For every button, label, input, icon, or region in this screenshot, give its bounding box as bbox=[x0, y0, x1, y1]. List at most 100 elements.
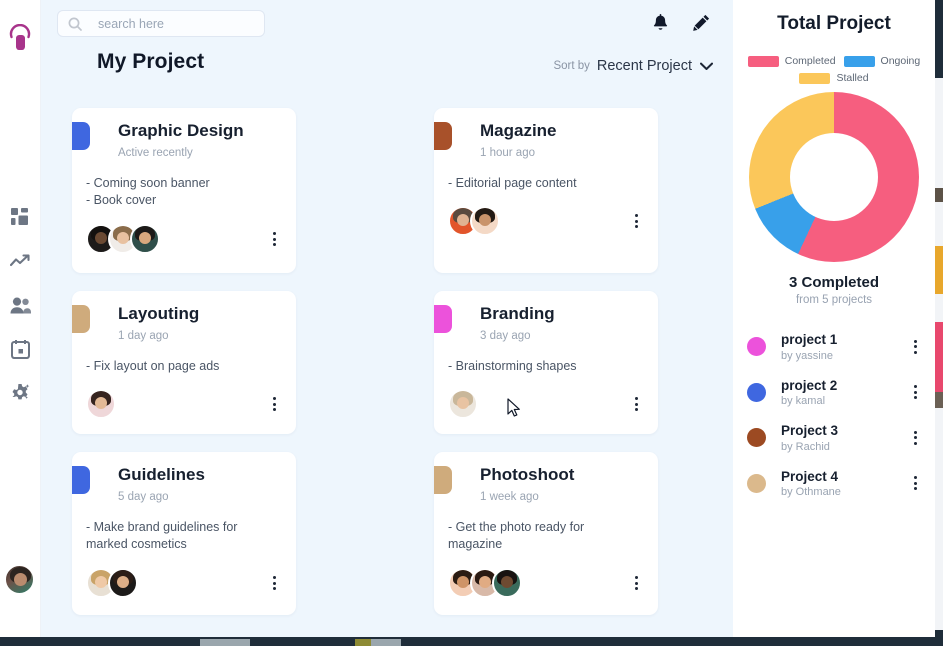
edge-segment bbox=[935, 322, 943, 392]
more-vertical-icon[interactable] bbox=[907, 474, 923, 492]
more-vertical-icon[interactable] bbox=[907, 383, 923, 401]
card-task: - Book cover bbox=[86, 193, 157, 208]
avatar[interactable] bbox=[492, 568, 522, 599]
project-color-dot bbox=[747, 428, 766, 448]
sidebar-nav bbox=[9, 206, 31, 404]
card-title: Photoshoot bbox=[480, 465, 575, 484]
more-vertical-icon[interactable] bbox=[266, 395, 282, 413]
legend-label: Ongoing bbox=[880, 55, 921, 67]
avatar[interactable] bbox=[470, 206, 500, 237]
bell-icon[interactable] bbox=[651, 13, 670, 32]
bottom-chrome-bar bbox=[0, 637, 943, 646]
project-name: project 2 bbox=[781, 377, 838, 393]
card-subtitle: 1 week ago bbox=[480, 490, 539, 503]
project-card[interactable]: Graphic Design Active recently - Coming … bbox=[72, 108, 296, 273]
sidebar-item-dashboard[interactable] bbox=[9, 206, 31, 228]
card-title: Branding bbox=[480, 304, 555, 323]
search-icon bbox=[68, 17, 82, 31]
card-accent-bar bbox=[434, 122, 452, 150]
edge-segment bbox=[935, 630, 943, 637]
legend-swatch bbox=[843, 55, 875, 67]
offscreen-window-edge bbox=[935, 0, 943, 637]
avatar-face bbox=[117, 576, 129, 589]
project-owner: by Rachid bbox=[781, 440, 830, 453]
pencil-icon[interactable] bbox=[692, 13, 711, 32]
donut-chart-wrap bbox=[733, 92, 935, 262]
donut-center-hole bbox=[790, 133, 878, 221]
edge-segment bbox=[935, 294, 943, 322]
chart-legend: Completed Ongoing Stalled bbox=[733, 55, 935, 84]
card-footer bbox=[448, 389, 644, 420]
project-owner: by yassine bbox=[781, 349, 833, 362]
avatar[interactable] bbox=[86, 389, 116, 420]
avatar-face bbox=[479, 576, 491, 589]
card-subtitle: 1 day ago bbox=[118, 329, 169, 342]
card-accent-bar bbox=[72, 466, 90, 494]
avatar[interactable] bbox=[448, 389, 478, 420]
project-list: project 1 by yassine project 2 by kamal … bbox=[733, 324, 935, 506]
card-task-list: - Brainstorming shapes bbox=[448, 358, 644, 376]
project-card[interactable]: Magazine 1 hour ago - Editorial page con… bbox=[434, 108, 658, 273]
more-vertical-icon[interactable] bbox=[907, 429, 923, 447]
card-task-list: - Editorial page content bbox=[448, 175, 644, 193]
avatar[interactable] bbox=[108, 568, 138, 599]
card-task: - Fix layout on page ads bbox=[86, 358, 220, 373]
more-vertical-icon[interactable] bbox=[907, 338, 923, 356]
card-task-list: - Get the photo ready for magazine bbox=[448, 519, 644, 555]
top-bar bbox=[41, 0, 733, 47]
avatar-face bbox=[95, 232, 107, 245]
card-footer bbox=[448, 568, 644, 599]
sidebar-item-calendar[interactable] bbox=[9, 338, 31, 360]
right-panel: Total Project Completed Ongoing Stalled bbox=[733, 0, 935, 637]
list-item[interactable]: project 1 by yassine bbox=[745, 324, 923, 370]
list-item[interactable]: Project 4 by Othmane bbox=[745, 461, 923, 507]
more-vertical-icon[interactable] bbox=[266, 574, 282, 592]
sort-control[interactable]: Sort by Recent Project bbox=[553, 58, 713, 74]
chevron-down-icon[interactable] bbox=[699, 59, 713, 73]
legend-label: Stalled bbox=[836, 72, 869, 84]
avatar-face bbox=[139, 232, 151, 245]
sidebar-item-analytics[interactable] bbox=[9, 250, 31, 272]
avatar-face bbox=[479, 214, 491, 227]
legend-row: Stalled bbox=[799, 72, 869, 84]
main-content: My Project Sort by Recent Project Graphi… bbox=[41, 0, 733, 637]
project-card[interactable]: Layouting 1 day ago - Fix layout on page… bbox=[72, 291, 296, 434]
project-card[interactable]: Photoshoot 1 week ago - Get the photo re… bbox=[434, 452, 658, 615]
search-input[interactable] bbox=[98, 11, 248, 36]
more-vertical-icon[interactable] bbox=[628, 212, 644, 230]
card-footer bbox=[86, 568, 282, 599]
more-vertical-icon[interactable] bbox=[628, 395, 644, 413]
project-meta: Project 4 by Othmane bbox=[781, 469, 907, 499]
card-task: - Coming soon banner bbox=[86, 175, 210, 190]
card-task-list: - Fix layout on page ads bbox=[86, 358, 282, 376]
card-subtitle: 3 day ago bbox=[480, 329, 531, 342]
search-box[interactable] bbox=[57, 10, 265, 37]
avatar[interactable] bbox=[130, 224, 160, 255]
list-item[interactable]: Project 3 by Rachid bbox=[745, 415, 923, 461]
project-owner: by kamal bbox=[781, 395, 826, 408]
sidebar-item-settings[interactable] bbox=[9, 382, 31, 404]
card-avatar-group bbox=[448, 568, 522, 599]
edge-segment bbox=[935, 188, 943, 202]
card-footer bbox=[86, 224, 282, 255]
project-card[interactable]: Branding 3 day ago - Brainstorming shape… bbox=[434, 291, 658, 434]
card-avatar-group bbox=[86, 389, 116, 420]
sidebar-user-avatar[interactable] bbox=[5, 565, 34, 594]
project-card[interactable]: Guidelines 5 day ago - Make brand guidel… bbox=[72, 452, 296, 615]
avatar-face bbox=[457, 214, 469, 227]
card-title: Guidelines bbox=[118, 465, 205, 484]
sort-label: Sort by bbox=[553, 60, 590, 72]
sort-value[interactable]: Recent Project bbox=[597, 58, 692, 74]
card-task: - Get the photo ready for bbox=[448, 519, 585, 534]
project-name: Project 3 bbox=[781, 423, 839, 439]
card-title: Layouting bbox=[118, 304, 200, 323]
sidebar-item-team[interactable] bbox=[9, 294, 31, 316]
more-vertical-icon[interactable] bbox=[628, 574, 644, 592]
edge-segment bbox=[935, 78, 943, 188]
project-meta: project 2 by kamal bbox=[781, 378, 907, 408]
avatar-face bbox=[14, 573, 27, 586]
app-logo-mark[interactable] bbox=[5, 22, 35, 56]
more-vertical-icon[interactable] bbox=[266, 230, 282, 248]
list-item[interactable]: project 2 by kamal bbox=[745, 370, 923, 416]
avatar-face bbox=[457, 397, 469, 410]
